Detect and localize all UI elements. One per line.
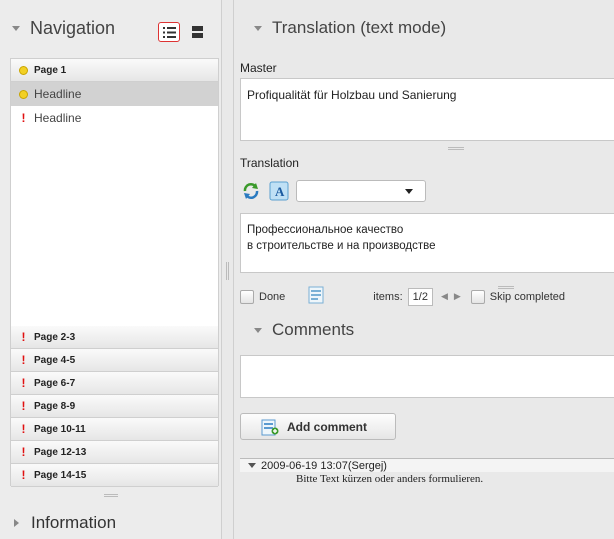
comment-input[interactable]: [240, 355, 614, 398]
notes-icon: [308, 286, 324, 304]
refresh-button[interactable]: [240, 180, 262, 202]
page-row[interactable]: ! Page 14-15: [11, 464, 218, 487]
translation-text-field[interactable]: Профессиональное качество в строительств…: [240, 213, 614, 273]
grid-view-button[interactable]: [186, 22, 208, 42]
resize-handle[interactable]: [498, 286, 514, 289]
resize-handle[interactable]: [448, 147, 464, 150]
page-label: Page 8-9: [34, 400, 76, 412]
page-row[interactable]: ! Page 10-11: [11, 418, 218, 441]
view-mode-buttons: [158, 22, 208, 42]
notes-button[interactable]: [307, 286, 325, 307]
page-row[interactable]: ! Page 6-7: [11, 372, 218, 395]
navigation-panel: Navigation Page 1 Headline ! Headline ! …: [0, 0, 222, 539]
translate-icon: A: [269, 181, 289, 201]
translation-line: в строительстве и на производстве: [247, 240, 436, 252]
collapse-triangle-icon[interactable]: [254, 25, 262, 31]
auto-translate-button[interactable]: A: [268, 180, 290, 202]
page-label: Page 12-13: [34, 446, 87, 458]
items-label: items:: [373, 290, 403, 303]
add-comment-label: Add comment: [287, 419, 368, 434]
page-label: Page 6-7: [34, 377, 76, 389]
translation-title: Translation (text mode): [272, 18, 447, 37]
expand-triangle-icon[interactable]: [14, 519, 19, 527]
page-label: Page 10-11: [34, 423, 86, 435]
page-row[interactable]: ! Page 12-13: [11, 441, 218, 464]
page-group-list: ! Page 2-3 ! Page 4-5 ! Page 6-7 ! Page …: [11, 326, 218, 487]
warning-icon: !: [21, 353, 26, 367]
comments-header[interactable]: Comments: [254, 316, 354, 344]
grid-view-icon: [191, 26, 203, 38]
master-text-field[interactable]: Profiqualität für Holzbau und Sanierung: [240, 78, 614, 141]
navigation-tree: Page 1 Headline ! Headline ! Page 2-3 ! …: [10, 58, 219, 487]
collapse-triangle-icon[interactable]: [12, 25, 20, 31]
warning-icon: !: [21, 445, 26, 459]
done-label: Done: [259, 290, 286, 303]
skip-completed-label: Skip completed: [489, 290, 565, 303]
page-row-current[interactable]: Page 1: [11, 59, 218, 82]
headline-label: Headline: [34, 87, 82, 101]
translation-statusbar: Done items: 1/2 ◀ ▶ Skip completed: [240, 286, 614, 307]
prev-arrow-icon[interactable]: ◀: [441, 291, 448, 302]
headline-item[interactable]: Headline: [11, 82, 218, 106]
comment-text: Bitte Text kürzen oder anders formuliere…: [296, 473, 484, 485]
page-label: Page 1: [34, 64, 67, 76]
pager-field[interactable]: 1/2: [407, 287, 433, 306]
language-select[interactable]: [296, 180, 426, 202]
add-comment-button[interactable]: Add comment: [240, 413, 396, 440]
comment-entry: 2009-06-19 13:07(Sergej) Bitte Text kürz…: [240, 458, 614, 485]
list-view-icon: [162, 26, 176, 38]
done-checkbox[interactable]: [240, 289, 254, 304]
page-label: Page 14-15: [34, 469, 87, 481]
warning-icon: !: [21, 468, 26, 482]
navigation-title: Navigation: [30, 17, 116, 38]
headline-label: Headline: [34, 111, 82, 125]
page-label: Page 2-3: [34, 331, 76, 343]
warning-icon: !: [21, 330, 26, 344]
translation-line: Профессиональное качество: [247, 224, 404, 236]
comment-meta[interactable]: 2009-06-19 13:07(Sergej): [240, 458, 614, 472]
page-label: Page 4-5: [34, 354, 76, 366]
next-arrow-icon[interactable]: ▶: [454, 291, 461, 302]
master-label: Master: [240, 61, 277, 75]
list-view-button[interactable]: [158, 22, 180, 42]
translation-label: Translation: [240, 156, 299, 170]
page-row[interactable]: ! Page 8-9: [11, 395, 218, 418]
page-row[interactable]: ! Page 2-3: [11, 326, 218, 349]
collapse-triangle-icon[interactable]: [254, 327, 262, 333]
warning-icon: !: [21, 111, 26, 125]
skip-completed-checkbox[interactable]: [470, 289, 485, 304]
collapse-triangle-icon[interactable]: [248, 463, 256, 468]
comments-title: Comments: [272, 320, 355, 339]
svg-text:A: A: [275, 184, 285, 199]
panel-splitter-handle[interactable]: [226, 262, 229, 280]
information-header[interactable]: Information: [0, 508, 116, 538]
yellow-status-icon: [19, 65, 28, 75]
translation-toolbar: A: [240, 180, 426, 202]
warning-icon: !: [21, 399, 26, 413]
translation-panel: Translation (text mode) Master Profiqual…: [233, 0, 614, 539]
warning-icon: !: [21, 376, 26, 390]
comment-meta-text: 2009-06-19 13:07(Sergej): [261, 459, 387, 472]
refresh-icon: [243, 183, 259, 199]
resize-handle[interactable]: [104, 494, 118, 497]
translation-header[interactable]: Translation (text mode): [234, 0, 614, 56]
warning-icon: !: [21, 422, 26, 436]
information-title: Information: [31, 513, 117, 532]
add-comment-icon: [261, 419, 279, 435]
headline-item[interactable]: ! Headline: [11, 106, 218, 130]
master-text: Profiqualität für Holzbau und Sanierung: [247, 88, 457, 102]
page-row[interactable]: ! Page 4-5: [11, 349, 218, 372]
yellow-status-icon: [19, 89, 28, 99]
